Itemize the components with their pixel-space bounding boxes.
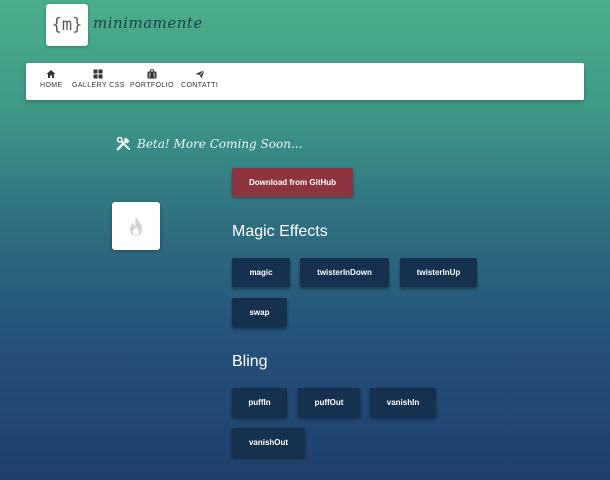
beta-tagline: Beta! More Coming Soon... [116,136,302,151]
fire-icon [130,216,142,236]
brand-name[interactable]: minimamente [93,14,203,32]
home-icon [46,70,56,78]
effect-button-puffin[interactable]: puffIn [232,388,287,417]
effect-button-vanishin[interactable]: vanishIn [370,388,436,417]
nav-label-contatti: CONTATTI [181,82,219,89]
nav-item-portfolio[interactable]: PORTFOLIO [130,69,174,89]
logo[interactable]: {m} [46,4,88,46]
section-title-bling: Bling [232,353,268,370]
fire-icon-box [112,202,160,250]
nav-item-home[interactable]: HOME [40,69,63,89]
effect-button-swap[interactable]: swap [232,298,287,327]
nav-label-gallery-css: GALLERY CSS [72,82,125,89]
nav-label-portfolio: PORTFOLIO [130,82,174,89]
paper-plane-icon [195,69,205,79]
briefcase-icon [147,69,157,79]
effect-button-magic[interactable]: magic [232,258,290,287]
nav-item-contatti[interactable]: CONTATTI [181,69,218,89]
tagline-text: Beta! More Coming Soon... [137,136,303,151]
logo-text: {m} [51,15,83,35]
nav-item-gallery-css[interactable]: GALLERY CSS [72,69,125,89]
effect-button-vanishout[interactable]: vanishOut [232,428,305,457]
effect-button-twisterindown[interactable]: twisterInDown [300,258,389,287]
nav-label-home: HOME [40,82,63,89]
download-github-button[interactable]: Download from GitHub [232,168,353,197]
main-navbar: HOME GALLERY CSS PORTFOLIO CONTATTI [26,63,584,100]
tools-icon [116,136,131,151]
grid-icon [93,69,103,79]
effect-button-twisterinup[interactable]: twisterInUp [400,258,477,287]
effect-button-puffout[interactable]: puffOut [298,388,360,417]
section-title-magic-effects: Magic Effects [232,223,328,240]
